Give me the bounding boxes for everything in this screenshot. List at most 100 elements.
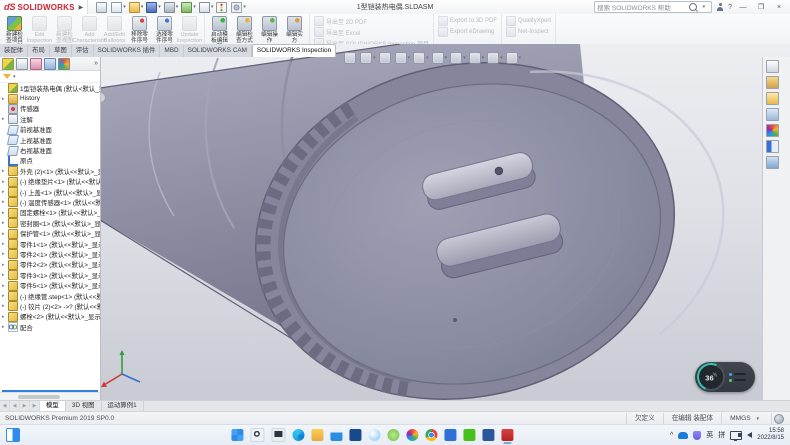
taskbar-app-icon[interactable]: [6, 428, 20, 442]
headsup-toolbar-button[interactable]: [379, 52, 392, 64]
search-input[interactable]: 搜索 SOLIDWORKS 帮助 ▾: [594, 1, 712, 13]
ribbon-button[interactable]: 选择零 件序号: [152, 15, 177, 44]
quick-toolbar-button[interactable]: ▾: [231, 2, 246, 13]
tray-chevron-icon[interactable]: ^: [670, 432, 673, 439]
tree-item[interactable]: ▸ 零件2<2> (默认<<默认>_显示状态: [0, 260, 100, 270]
command-tab[interactable]: MBD: [160, 45, 183, 57]
dropdown-caret-icon[interactable]: ▾: [141, 3, 144, 12]
command-tab[interactable]: 草图: [50, 45, 72, 57]
security-shield-icon[interactable]: [693, 431, 701, 440]
dropdown-caret-icon[interactable]: ▾: [500, 55, 503, 61]
headsup-toolbar-button[interactable]: ▾: [360, 52, 376, 64]
task-pane-tab-icon[interactable]: [766, 156, 779, 169]
speaker-icon[interactable]: [747, 432, 752, 438]
dropdown-caret-icon[interactable]: ▾: [445, 55, 448, 61]
ribbon-menu-item[interactable]: Net-Inspect: [506, 27, 549, 37]
tree-item[interactable]: ▸ 零件3<1> (默认<<默认>_显示状态: [0, 270, 100, 280]
dropdown-caret-icon[interactable]: ▾: [123, 3, 126, 12]
dropdown-caret-icon[interactable]: ▾: [158, 3, 161, 12]
scrollbar-thumb[interactable]: [18, 395, 60, 399]
tree-item[interactable]: ▸ 配合: [0, 322, 100, 332]
headsup-toolbar-button[interactable]: ▾: [469, 52, 485, 64]
ime-pinyin-indicator[interactable]: 拼: [718, 430, 725, 440]
command-tab[interactable]: SOLIDWORKS Inspection: [252, 44, 336, 57]
taskbar-app-icon[interactable]: [501, 429, 513, 441]
quick-toolbar-button[interactable]: [216, 2, 228, 13]
tree-item[interactable]: ▸ 固定螺栓<1> (默认<<默认>_显示状态: [0, 208, 100, 218]
tree-item[interactable]: ▸ (-) 温度传感器<1> (默认<<默认>_显示状: [0, 197, 100, 207]
taskbar-app-icon[interactable]: [231, 429, 243, 441]
displaymanager-tab-icon[interactable]: [58, 58, 70, 70]
headsup-toolbar-button[interactable]: ▾: [395, 52, 411, 64]
status-units-mmgs[interactable]: MMGS ▾: [721, 413, 772, 425]
ribbon-button[interactable]: 编辑操 作: [257, 15, 282, 44]
task-pane-tab-icon[interactable]: [766, 60, 779, 73]
ribbon-button[interactable]: Add Characteristic: [77, 15, 102, 44]
status-globe-icon[interactable]: [774, 414, 784, 424]
dropdown-caret-icon[interactable]: ▾: [176, 3, 179, 12]
quick-toolbar-button[interactable]: ▾: [181, 2, 196, 13]
dropdown-caret-icon[interactable]: ▾: [426, 55, 429, 61]
more-tabs-icon[interactable]: »: [94, 60, 98, 67]
dropdown-caret-icon[interactable]: ▾: [408, 55, 411, 61]
headsup-toolbar-button[interactable]: ▾: [413, 52, 429, 64]
tree-item[interactable]: ▸ 注解: [0, 114, 100, 124]
clock[interactable]: 15:58 2022/8/15: [757, 428, 784, 442]
quick-toolbar-button[interactable]: ▾: [111, 2, 126, 13]
command-tab[interactable]: 评估: [72, 45, 94, 57]
tree-item[interactable]: ▸ (-) 铰片 (2)<2> ->? (默认<<默认>_显示: [0, 301, 100, 311]
taskbar-app-icon[interactable]: [425, 429, 437, 441]
featuremanager-tab-icon[interactable]: [2, 58, 14, 70]
menu-flyout-arrow-icon[interactable]: ▶: [79, 4, 84, 11]
ribbon-button[interactable]: 编辑实 方: [282, 15, 307, 44]
task-pane-tab-icon[interactable]: [766, 124, 779, 137]
command-tab[interactable]: 布局: [28, 45, 50, 57]
taskbar-app-icon[interactable]: [368, 429, 380, 441]
tree-item[interactable]: ▸ 零件5<1> (默认<<默认>_显示状态: [0, 280, 100, 290]
tree-item[interactable]: ▸ (-) 绝缘垫片<1> (默认<<默认>_显示状态: [0, 177, 100, 187]
dropdown-caret-icon[interactable]: ▾: [211, 3, 214, 12]
graphics-viewport[interactable]: ▾ ▾ ▾ ▾: [100, 44, 790, 400]
quick-toolbar-button[interactable]: [96, 2, 108, 13]
taskbar-app-icon[interactable]: [482, 429, 494, 441]
ribbon-menu-item[interactable]: 导出至 Excel: [314, 27, 360, 37]
tree-item[interactable]: ▸ 零件1<1> (默认<<默认>_显示状态: [0, 239, 100, 249]
tree-item[interactable]: 前视基准面: [0, 125, 100, 135]
command-tab[interactable]: SOLIDWORKS CAM: [184, 45, 252, 57]
tree-item[interactable]: 1型铠装热电偶 (默认<默认_显示状态-1: [0, 83, 100, 93]
taskbar-app-icon[interactable]: [250, 428, 264, 442]
search-dropdown-caret-icon[interactable]: ▾: [699, 4, 710, 10]
tree-item[interactable]: ▸ 密封圈<1> (默认<<默认>_显示状态: [0, 218, 100, 228]
help-icon[interactable]: ?: [728, 4, 732, 11]
filter-caret-icon[interactable]: ▾: [13, 74, 16, 80]
tree-filter-row[interactable]: ▾: [0, 71, 100, 83]
search-icon[interactable]: [689, 3, 697, 11]
ribbon-menu-item[interactable]: Export eDrawing: [438, 27, 494, 37]
quick-toolbar-button[interactable]: ▾: [129, 2, 144, 13]
command-tab[interactable]: 装配体: [0, 45, 28, 57]
headsup-toolbar-button[interactable]: ▾: [506, 52, 522, 64]
command-tab[interactable]: SOLIDWORKS 插件: [94, 45, 161, 57]
dropdown-caret-icon[interactable]: ▾: [482, 55, 485, 61]
overlay-row-2[interactable]: [729, 379, 746, 382]
quick-toolbar-button[interactable]: ▾: [146, 2, 161, 13]
task-pane-tab-icon[interactable]: [766, 108, 779, 121]
tree-item[interactable]: ▸ 保护管<1> (默认<<默认>_显示状态: [0, 228, 100, 238]
overlay-row-1[interactable]: [729, 373, 746, 376]
taskbar-app-icon[interactable]: [311, 429, 323, 441]
screen-recorder-zoom-overlay[interactable]: 36%: [695, 362, 755, 392]
dropdown-caret-icon[interactable]: ▾: [373, 55, 376, 61]
propertymanager-tab-icon[interactable]: [16, 58, 28, 70]
quick-toolbar-button[interactable]: ▾: [199, 2, 214, 13]
onedrive-icon[interactable]: [678, 432, 688, 439]
headsup-toolbar-button[interactable]: ▾: [450, 52, 466, 64]
tree-item[interactable]: 右视基准面: [0, 145, 100, 155]
task-pane-tab-icon[interactable]: [766, 140, 779, 153]
headsup-toolbar-button[interactable]: [344, 52, 357, 64]
taskbar-app-icon[interactable]: [349, 429, 361, 441]
ribbon-menu-item[interactable]: 导出至 2D PDF: [314, 16, 367, 26]
taskbar-app-icon[interactable]: [271, 428, 285, 442]
solidworks-logo[interactable]: ɗS SOLIDWORKS ▶: [0, 0, 88, 14]
tree-item[interactable]: ▸ 零件2<1> (默认<<默认>_显示状态: [0, 249, 100, 259]
taskbar-app-icon[interactable]: [292, 429, 304, 441]
